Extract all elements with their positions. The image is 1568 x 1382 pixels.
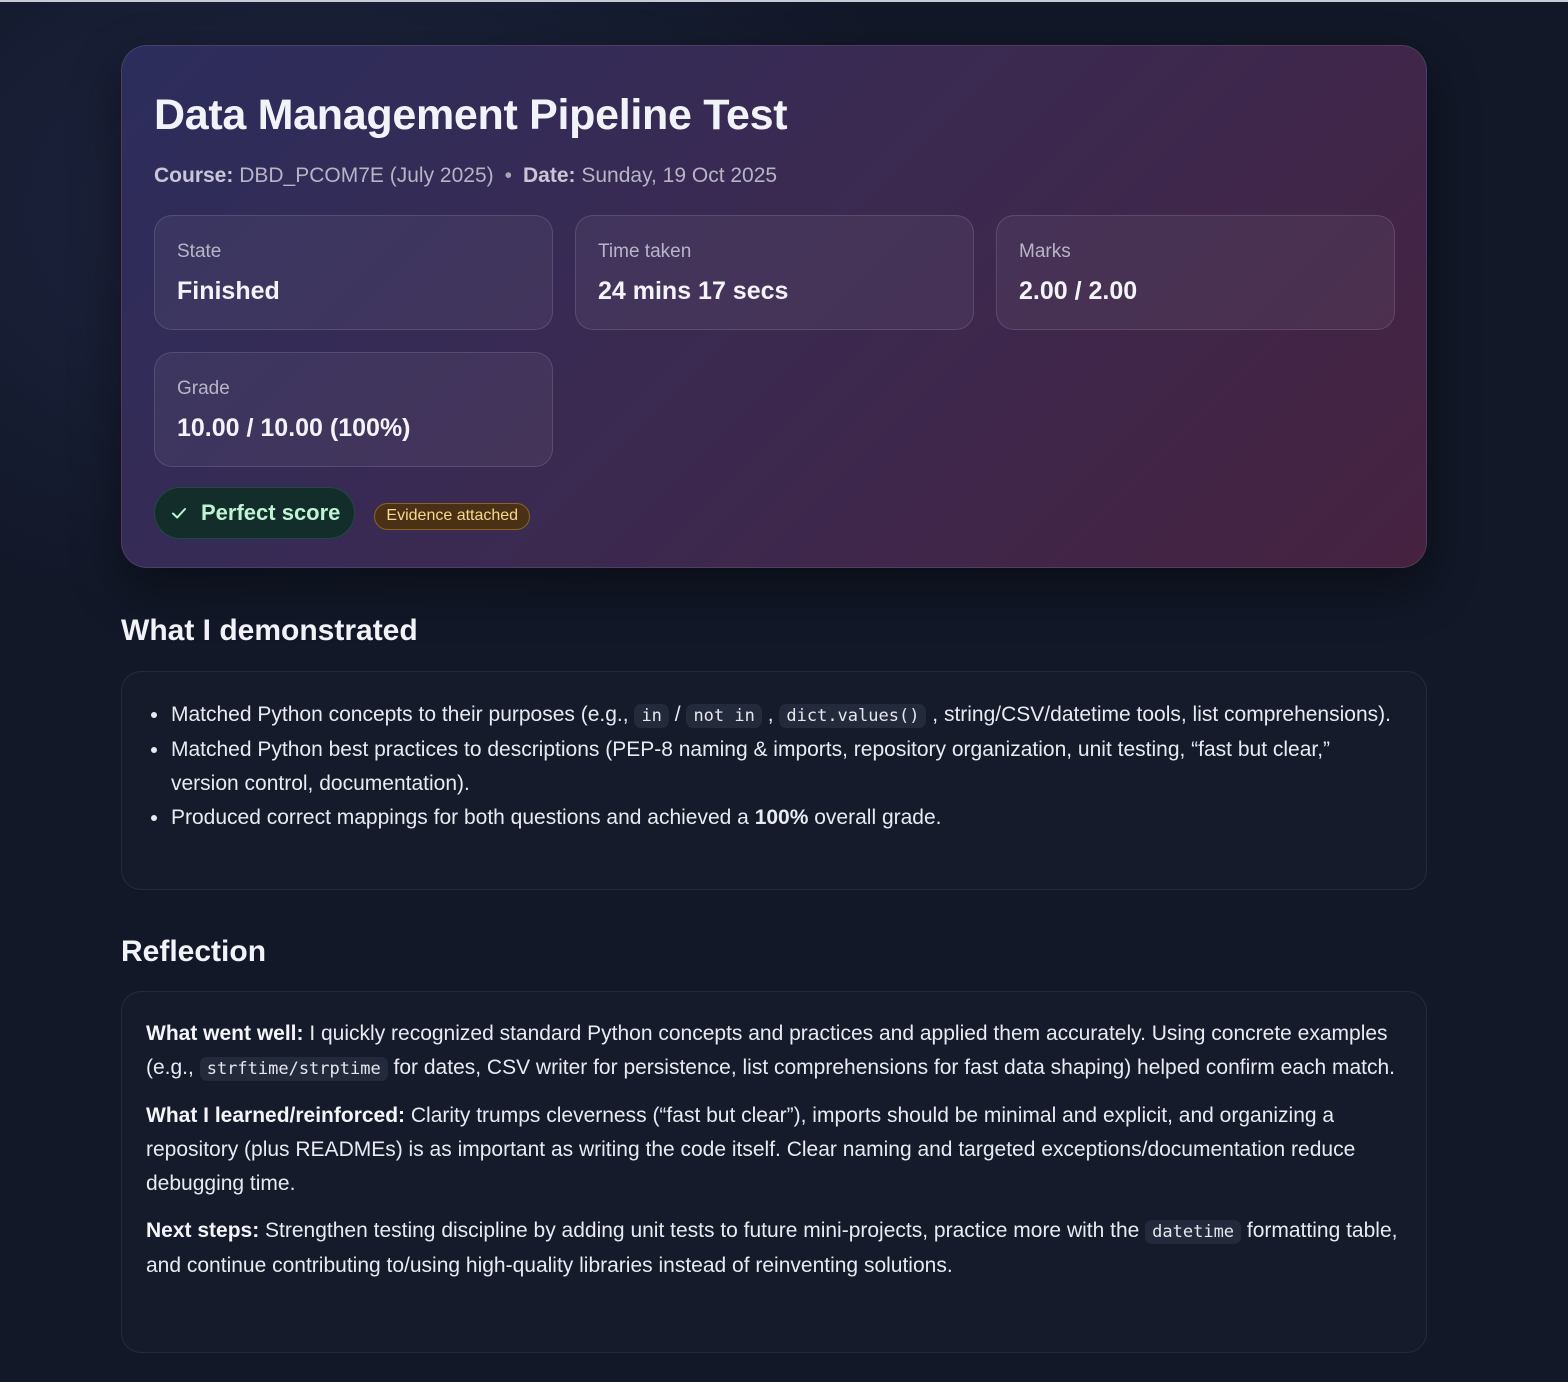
list-item: Matched Python concepts to their purpose… [170, 698, 1396, 733]
stat-time-taken: Time taken 24 mins 17 secs [575, 215, 974, 330]
course-label: Course: [154, 164, 234, 187]
text: Strengthen testing discipline by adding … [259, 1219, 1146, 1242]
list-item: Matched Python best practices to descrip… [170, 733, 1396, 801]
grade-highlight: 100% [754, 806, 809, 829]
code-in: in [634, 704, 669, 728]
stat-state: State Finished [154, 215, 553, 330]
badges-row: Perfect score Evidence attached [154, 487, 1394, 539]
stat-grade: Grade 10.00 / 10.00 (100%) [154, 352, 553, 467]
stat-label: Grade [177, 378, 230, 399]
date-value: Sunday, 19 Oct 2025 [581, 164, 778, 187]
stats-grid: State Finished Time taken 24 mins 17 sec… [154, 215, 1395, 467]
reflection-card: What went well: I quickly recognized sta… [121, 991, 1427, 1353]
reflection-heading: Reflection [121, 935, 267, 968]
demonstrated-list: Matched Python concepts to their purpose… [122, 672, 1426, 835]
text: Produced correct mappings for both quest… [171, 806, 755, 829]
meta-line: Course: DBD_PCOM7E (July 2025) • Date: Sun… [154, 162, 1394, 190]
evidence-badge: Evidence attached [374, 502, 531, 530]
content-container: Data Management Pipeline Test Course: DB… [121, 45, 1427, 1353]
text: for dates, CSV writer for persistence, l… [387, 1056, 1396, 1079]
stat-label: State [177, 241, 222, 262]
demonstrated-card: Matched Python concepts to their purpose… [121, 671, 1427, 890]
code-datetime: datetime [1145, 1220, 1242, 1244]
text: Matched Python concepts to their purpose… [171, 703, 635, 726]
stat-marks: Marks 2.00 / 2.00 [996, 215, 1395, 330]
page: Data Management Pipeline Test Course: DB… [0, 0, 1568, 1382]
reflection-body: What went well: I quickly recognized sta… [122, 992, 1426, 1283]
code-dict-values: dict.values() [779, 704, 927, 728]
went-well-paragraph: What went well: I quickly recognized sta… [146, 1017, 1402, 1086]
stat-value: Finished [177, 277, 280, 305]
stat-label: Time taken [598, 241, 692, 262]
list-item: Produced correct mappings for both quest… [170, 801, 1396, 835]
code-strftime: strftime/strptime [199, 1057, 388, 1081]
next-steps-paragraph: Next steps: Strengthen testing disciplin… [146, 1214, 1402, 1283]
perfect-score-label: Perfect score [201, 500, 341, 525]
text: overall grade. [808, 806, 942, 829]
perfect-score-badge: Perfect score [154, 487, 356, 539]
learned-paragraph: What I learned/reinforced: Clarity trump… [146, 1099, 1402, 1201]
went-well-label: What went well: [146, 1022, 304, 1045]
course-value: DBD_PCOM7E (July 2025) [239, 164, 494, 187]
date-label: Date: [522, 164, 576, 187]
next-steps-label: Next steps: [146, 1219, 260, 1242]
code-not-in: not in [686, 704, 762, 728]
stat-value: 24 mins 17 secs [598, 277, 789, 305]
stat-value: 10.00 / 10.00 (100%) [177, 414, 411, 442]
learned-label: What I learned/reinforced: [146, 1104, 406, 1127]
text: , string/CSV/datetime tools, list compre… [926, 703, 1391, 726]
text: / [668, 703, 687, 726]
summary-card: Data Management Pipeline Test Course: DB… [121, 45, 1427, 568]
demonstrated-heading: What I demonstrated [121, 614, 418, 647]
stat-value: 2.00 / 2.00 [1019, 277, 1138, 305]
text: , [761, 703, 780, 726]
check-icon [172, 508, 186, 519]
stat-label: Marks [1019, 241, 1071, 262]
meta-separator: • [504, 164, 512, 187]
page-title: Data Management Pipeline Test [154, 91, 788, 139]
